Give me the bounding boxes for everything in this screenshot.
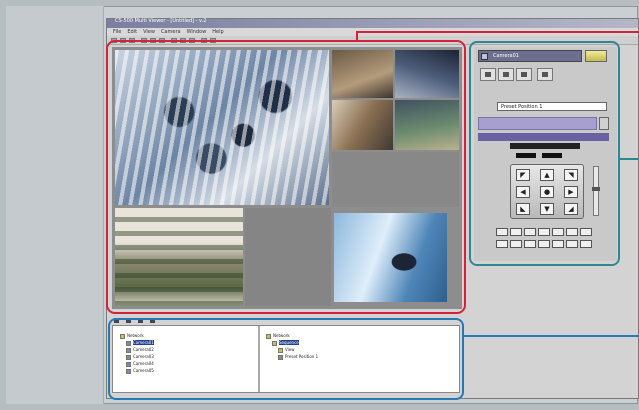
document-frame: CS-500 Multi Viewer - [Untitled] - v.2 F… (0, 0, 639, 410)
control-panel-leader-line (620, 158, 639, 160)
menu-help[interactable]: Help (212, 28, 223, 36)
window-title: CS-500 Multi Viewer - [Untitled] - v.2 (115, 18, 207, 24)
tree-panel-highlight (108, 318, 464, 400)
video-area-highlight (106, 40, 466, 314)
title-bar: CS-500 Multi Viewer - [Untitled] - v.2 (107, 18, 638, 28)
control-panel-highlight (469, 41, 620, 266)
menu-camera[interactable]: Camera (161, 28, 181, 36)
tree-panel-leader-line (464, 335, 639, 337)
menu-view[interactable]: View (143, 28, 155, 36)
menu-file[interactable]: File (113, 28, 121, 36)
margin-strip (6, 6, 104, 404)
menu-window[interactable]: Window (187, 28, 207, 36)
menu-edit[interactable]: Edit (127, 28, 137, 36)
video-area-leader-line (356, 31, 639, 41)
